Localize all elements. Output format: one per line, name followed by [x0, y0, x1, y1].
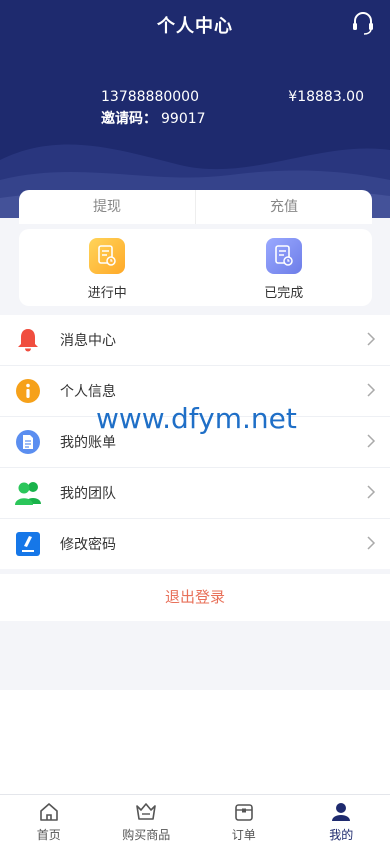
menu-item-label: 我的团队 [60, 483, 116, 503]
profile-menu: 消息中心 个人信息 我的账单 [0, 315, 390, 569]
invite-code-row: 邀请码：99017 [101, 108, 206, 128]
orders-icon [233, 801, 255, 823]
orders-completed[interactable]: 已完成 [196, 229, 373, 306]
tab-home[interactable]: 首页 [0, 795, 98, 845]
menu-item-messages[interactable]: 消息中心 [0, 315, 390, 366]
customer-service-icon[interactable] [350, 10, 376, 36]
menu-item-change-password[interactable]: 修改密码 [0, 519, 390, 569]
order-status-card: 进行中 已完成 [19, 229, 372, 306]
order-in-progress-icon [89, 238, 125, 274]
bottom-tab-bar: 首页 购买商品 订单 我的 [0, 794, 390, 845]
invite-code-value: 99017 [161, 111, 206, 127]
invite-code-label: 邀请码： [101, 111, 157, 127]
menu-item-label: 个人信息 [60, 381, 116, 401]
chevron-right-icon [366, 535, 376, 551]
tab-label: 首页 [37, 826, 61, 843]
menu-item-label: 消息中心 [60, 330, 116, 350]
wallet-actions: 提现 充值 [19, 190, 372, 224]
account-balance: ¥18883.00 [288, 89, 364, 105]
bill-icon [14, 428, 42, 456]
blank-area [0, 690, 390, 794]
edit-password-icon [14, 530, 42, 558]
logout-button[interactable]: 退出登录 [0, 574, 390, 621]
bell-icon [14, 326, 42, 354]
info-icon [14, 377, 42, 405]
tab-shop[interactable]: 购买商品 [98, 795, 196, 845]
tab-label: 购买商品 [122, 826, 170, 843]
shop-basket-icon [135, 801, 157, 823]
team-icon [14, 479, 42, 507]
menu-item-label: 修改密码 [60, 534, 116, 554]
recharge-button[interactable]: 充值 [195, 190, 372, 224]
profile-icon [330, 801, 352, 823]
tab-label: 我的 [329, 826, 353, 843]
home-icon [38, 801, 60, 823]
order-completed-label: 已完成 [264, 282, 303, 301]
tab-label: 订单 [232, 826, 256, 843]
user-phone: 13788880000 [101, 89, 199, 105]
tab-orders[interactable]: 订单 [195, 795, 293, 845]
chevron-right-icon [366, 433, 376, 449]
menu-item-team[interactable]: 我的团队 [0, 468, 390, 519]
tab-profile[interactable]: 我的 [293, 795, 390, 845]
chevron-right-icon [366, 331, 376, 347]
watermark-text: www.dfym.net [96, 402, 297, 435]
page-title: 个人中心 [0, 12, 390, 38]
withdraw-button[interactable]: 提现 [19, 190, 195, 224]
orders-in-progress[interactable]: 进行中 [19, 229, 196, 306]
chevron-right-icon [366, 382, 376, 398]
order-in-progress-label: 进行中 [88, 282, 127, 301]
menu-item-label: 我的账单 [60, 432, 116, 452]
chevron-right-icon [366, 484, 376, 500]
order-completed-icon [266, 238, 302, 274]
profile-header: 个人中心 13788880000 邀请码：99017 ¥18883.00 [0, 0, 390, 218]
